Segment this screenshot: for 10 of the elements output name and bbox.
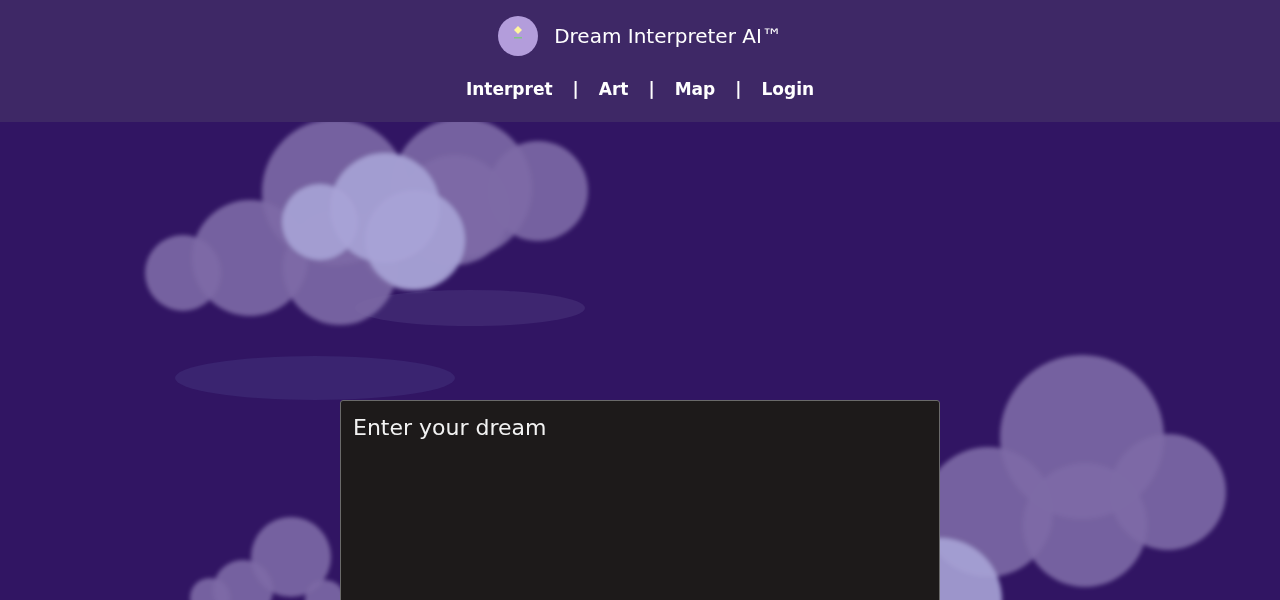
dream-input-field[interactable]: Enter your dream	[340, 400, 940, 600]
nav-link[interactable]: Interpret	[465, 79, 553, 99]
nav-link[interactable]: Art	[598, 79, 629, 99]
nav-link[interactable]: Map	[674, 79, 716, 99]
logo-icon	[498, 16, 539, 56]
nav-separator: |	[572, 79, 579, 99]
nav-separator: |	[648, 79, 655, 99]
app-title: Dream Interpreter AI™	[554, 24, 782, 48]
nav-separator: |	[735, 79, 742, 99]
nav-link[interactable]: Login	[761, 79, 815, 99]
